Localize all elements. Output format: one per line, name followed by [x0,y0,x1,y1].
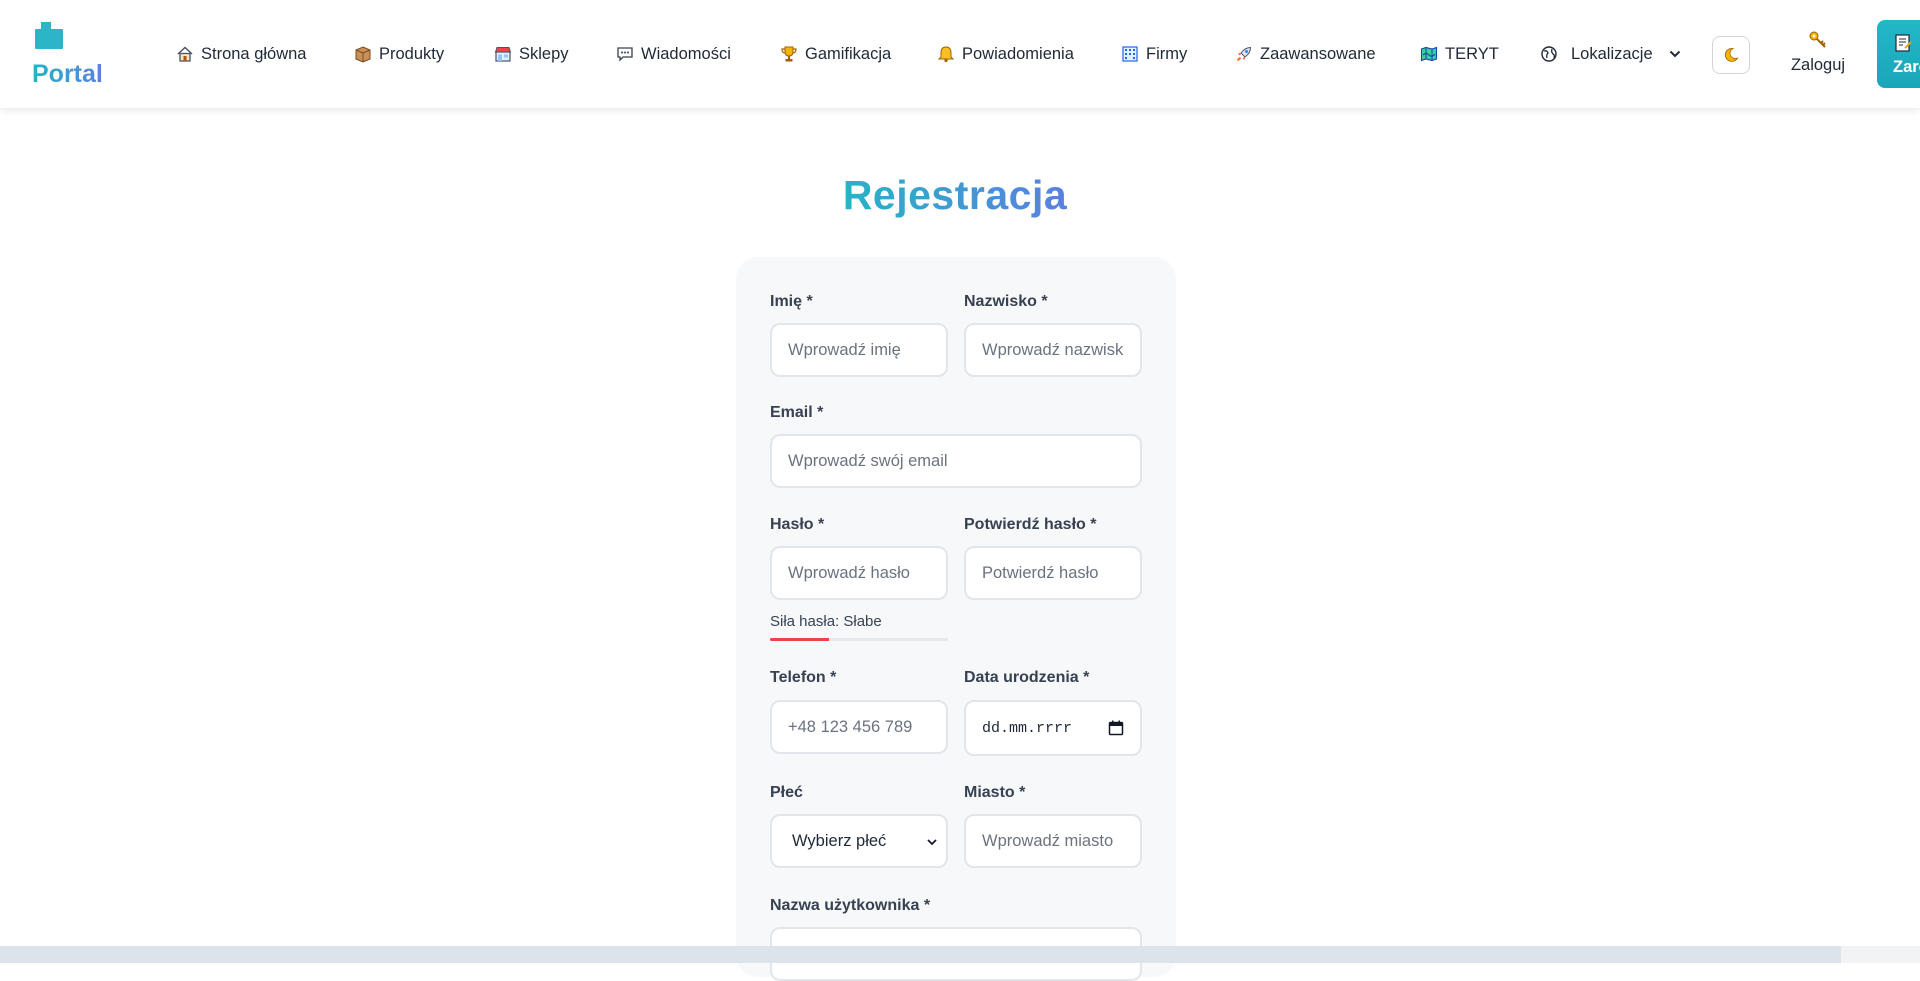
first-name-label: Imię * [770,293,813,310]
nav-item-stores[interactable]: Sklepy [494,41,569,67]
phone-input[interactable] [770,700,948,754]
key-icon [1809,31,1826,48]
globe-icon [1540,45,1558,63]
theme-toggle-button[interactable] [1712,36,1750,74]
password-strength-meter [770,638,948,641]
birth-date-placeholder: dd.mm.rrrr [982,719,1073,737]
nav-item-messages[interactable]: Wiadomości [616,41,731,67]
rocket-icon [1235,45,1253,63]
password-strength-label: Siła hasła: Słabe [770,613,882,630]
first-name-input[interactable] [770,323,948,377]
map-book-icon [1420,45,1438,63]
password-strength-fill [770,638,829,641]
nav-item-label: Powiadomienia [962,44,1074,63]
gender-selected-value: Wybierz płeć [792,831,887,850]
nav-item-teryt[interactable]: TERYT [1420,41,1499,67]
gender-select[interactable]: Wybierz płeć [770,814,948,868]
store-icon [494,45,512,63]
portal-logo-icon [35,22,63,50]
login-label: Zaloguj [1790,56,1846,74]
nav-item-label: Produkty [379,44,445,63]
moon-icon [1724,48,1739,62]
nav-item-label: Zaawansowane [1260,44,1376,63]
nav-item-label: Sklepy [519,44,569,63]
nav-item-label: Gamifikacja [805,44,892,63]
email-label: Email * [770,404,824,421]
horizontal-scrollbar-thumb[interactable] [0,946,1841,963]
password-input[interactable] [770,546,948,600]
nav-item-companies[interactable]: Firmy [1121,41,1187,67]
bell-icon [937,45,955,63]
horizontal-scrollbar[interactable] [0,946,1920,963]
register-button[interactable]: Zarejestruj [1877,20,1920,88]
password-label: Hasło * [770,516,825,533]
phone-label: Telefon * [770,669,837,686]
city-input[interactable] [964,814,1142,868]
portal-logo-text: Portal [32,60,103,88]
chevron-down-icon [1668,45,1682,63]
nav-item-label: Wiadomości [641,44,731,63]
nav-item-products[interactable]: Produkty [354,41,444,67]
login-link[interactable]: Zaloguj [1788,30,1848,80]
nav-item-label: TERYT [1445,44,1499,63]
gender-label: Płeć [770,784,803,801]
username-label: Nazwa użytkownika * [770,897,931,914]
page-title: Rejestracja [842,172,1068,218]
house-icon [176,45,194,63]
confirm-password-input[interactable] [964,546,1142,600]
last-name-label: Nazwisko * [964,293,1048,310]
confirm-password-label: Potwierdź hasło * [964,516,1097,533]
calendar-icon[interactable] [1108,720,1124,736]
nav-item-label: Strona główna [201,44,307,63]
nav-item-advanced[interactable]: Zaawansowane [1235,41,1376,67]
nav-item-locations-dropdown[interactable]: Lokalizacje [1540,41,1682,67]
chat-bubble-icon [616,45,634,63]
box-icon [354,45,372,63]
last-name-input[interactable] [964,323,1142,377]
top-navbar: Portal Strona główna Produkty Sklepy Wia… [0,0,1920,108]
nav-item-home[interactable]: Strona główna [176,41,307,67]
building-icon [1121,45,1139,63]
register-label: Zarejestruj [1893,58,1920,76]
birth-date-label: Data urodzenia * [964,669,1090,686]
birth-date-input[interactable]: dd.mm.rrrr [964,700,1142,756]
nav-item-notifications[interactable]: Powiadomienia [937,41,1074,67]
trophy-icon [780,45,798,63]
nav-item-label: Firmy [1146,44,1188,63]
email-input[interactable] [770,434,1142,488]
nav-item-gamification[interactable]: Gamifikacja [780,41,891,67]
city-label: Miasto * [964,784,1026,801]
memo-icon [1895,34,1912,52]
portal-logo[interactable]: Portal [32,22,142,88]
chevron-down-icon [927,839,937,846]
nav-item-label: Lokalizacje [1571,44,1653,63]
